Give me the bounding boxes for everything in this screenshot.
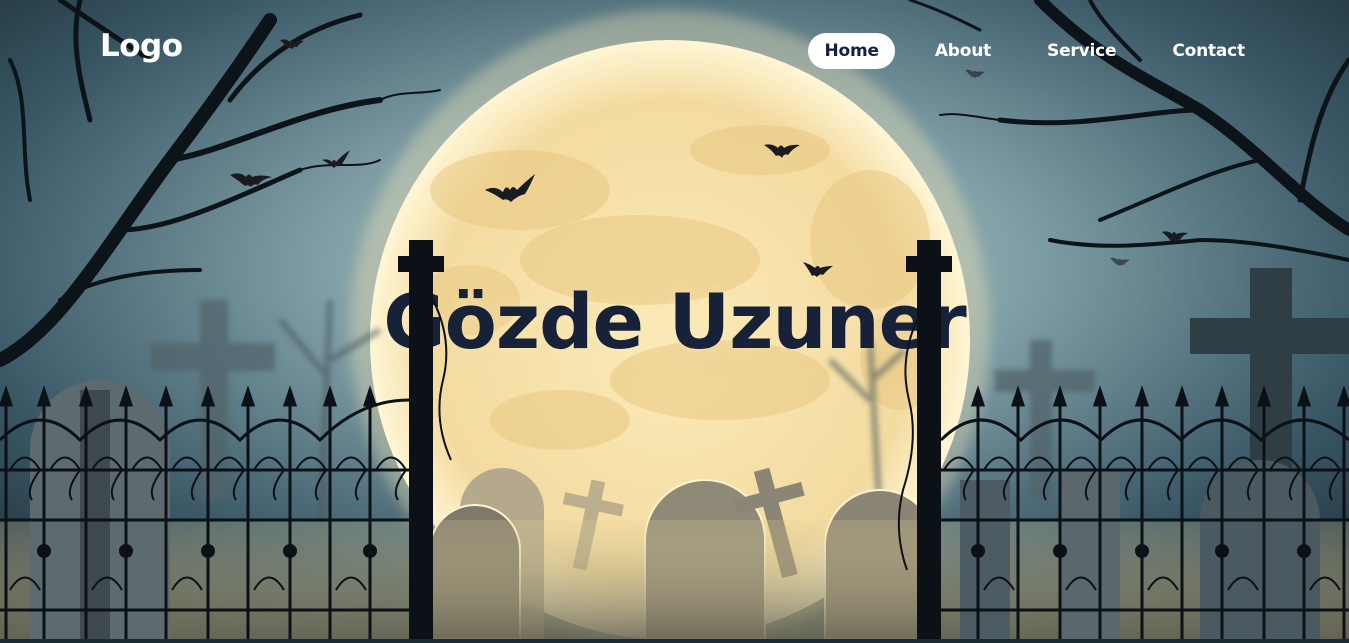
nav-contact[interactable]: Contact <box>1156 33 1261 69</box>
nav-home[interactable]: Home <box>808 33 895 69</box>
main-nav: Home About Service Contact <box>784 33 1261 69</box>
logo[interactable]: Logo <box>100 28 183 64</box>
nav-about[interactable]: About <box>919 33 1007 69</box>
nav-service[interactable]: Service <box>1031 33 1132 69</box>
hero-title: Gözde Uzuner <box>383 277 966 366</box>
